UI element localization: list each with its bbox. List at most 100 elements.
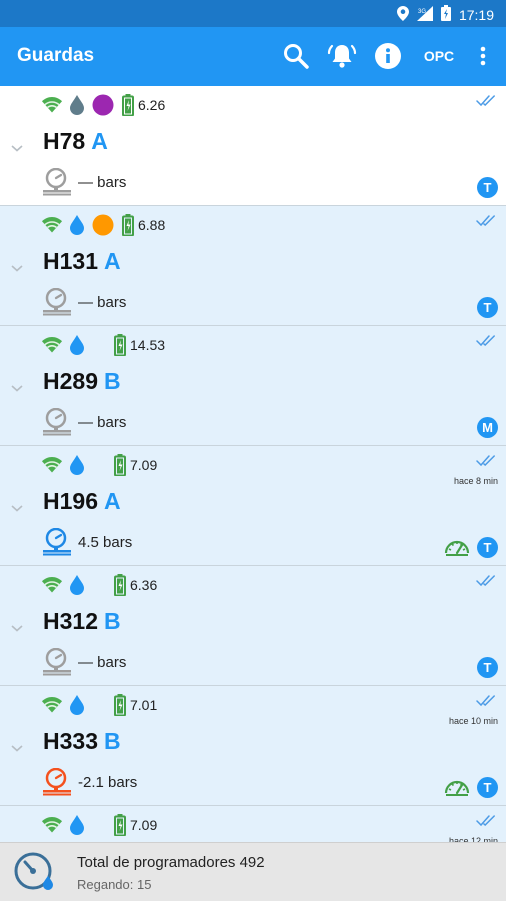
list-item[interactable]: 7.09 hace 12 min [0, 806, 506, 842]
status-row: 6.36 [42, 574, 157, 596]
pressure-reading: — bars [42, 168, 126, 196]
battery-voltage: 14.53 [130, 337, 166, 353]
list-item[interactable]: 14.53 H289 B — bars M [0, 326, 506, 446]
wifi-icon [42, 217, 62, 233]
double-check-icon [476, 815, 495, 827]
double-check-icon [476, 455, 495, 467]
opc-button[interactable]: OPC [421, 39, 457, 73]
battery-icon [114, 334, 126, 356]
water-drop-icon [70, 815, 84, 835]
search-icon [284, 44, 309, 69]
status-row: 6.88 [42, 214, 165, 236]
irrigation-gauge-icon [12, 851, 58, 898]
battery-voltage: 6.26 [138, 97, 166, 113]
chevron-down-icon[interactable] [10, 743, 24, 753]
controller-name: H78 A [43, 128, 108, 155]
page-title: Guardas [17, 45, 95, 66]
battery-icon [114, 814, 126, 836]
more-vert-icon [480, 46, 486, 66]
water-drop-icon [70, 215, 84, 235]
controller-name: H289 B [43, 368, 121, 395]
chevron-down-icon[interactable] [10, 263, 24, 273]
water-drop-icon [70, 575, 84, 595]
app-bar: Guardas OPC [0, 27, 506, 86]
pressure-sensor-icon [43, 408, 71, 436]
pressure-value: 4.5 bars [78, 533, 133, 551]
battery-voltage: 7.01 [130, 697, 158, 713]
controller-sector: A [91, 128, 108, 154]
wifi-icon [42, 577, 62, 593]
total-controllers: Total de programadores 492 [77, 854, 265, 871]
wifi-icon [42, 817, 62, 833]
mode-badge[interactable]: M [477, 417, 498, 438]
water-drop-icon [70, 695, 84, 715]
controller-list[interactable]: 6.26 H78 A — bars T 6.88 H131 A — bars T 14.53 H289… [0, 86, 506, 842]
pressure-reading: 4.5 bars [42, 528, 132, 556]
mode-badge[interactable]: T [477, 297, 498, 318]
controller-id: H289 [43, 368, 98, 394]
battery-voltage: 6.88 [138, 217, 166, 233]
irrigating-count: Regando: 15 [77, 877, 152, 892]
pressure-value: — bars [78, 653, 127, 671]
wifi-icon [42, 97, 62, 113]
pressure-value: — bars [78, 173, 127, 191]
water-drop-icon [70, 95, 84, 115]
pressure-reading: — bars [42, 648, 126, 676]
overflow-menu-button[interactable] [474, 39, 492, 73]
status-row: 7.09 [42, 454, 157, 476]
pressure-sensor-icon [43, 528, 71, 556]
pressure-reading: -2.1 bars [42, 768, 137, 796]
controller-id: H333 [43, 728, 98, 754]
list-item[interactable]: 6.26 H78 A — bars T [0, 86, 506, 206]
pressure-value: — bars [78, 293, 127, 311]
battery-icon [114, 454, 126, 476]
controller-id: H196 [43, 488, 98, 514]
pressure-reading: — bars [42, 408, 126, 436]
pressure-value: — bars [78, 413, 127, 431]
chevron-down-icon[interactable] [10, 143, 24, 153]
controller-name: H196 A [43, 488, 121, 515]
pressure-reading: — bars [42, 288, 126, 316]
pressure-sensor-icon [43, 768, 71, 796]
controller-name: H131 A [43, 248, 121, 275]
list-item[interactable]: 6.88 H131 A — bars T [0, 206, 506, 326]
flow-meter-icon [444, 780, 470, 796]
double-check-icon [476, 95, 495, 107]
status-bar: 3G 17:19 [0, 0, 506, 27]
water-drop-icon [70, 455, 84, 475]
controller-sector: A [103, 488, 121, 514]
double-check-icon [476, 215, 495, 227]
battery-voltage: 7.09 [130, 457, 158, 473]
controller-id: H131 [43, 248, 98, 274]
list-item[interactable]: 7.01 hace 10 min H333 B -2.1 bars T [0, 686, 506, 806]
status-dot-icon [92, 94, 114, 116]
search-button[interactable] [280, 39, 312, 73]
wifi-icon [42, 457, 62, 473]
double-check-icon [476, 575, 495, 587]
controller-id: H78 [43, 128, 86, 154]
mode-badge[interactable]: T [477, 777, 498, 798]
list-item[interactable]: 7.09 hace 8 min H196 A 4.5 bars T [0, 446, 506, 566]
clock: 17:19 [458, 6, 494, 23]
info-icon [375, 43, 401, 69]
mode-badge[interactable]: T [477, 177, 498, 198]
summary-footer: Total de programadores 492 Regando: 15 [0, 842, 506, 901]
mode-badge[interactable]: T [477, 537, 498, 558]
alarms-button[interactable] [325, 39, 359, 73]
bell-ringing-icon [327, 44, 357, 68]
info-button[interactable] [374, 39, 402, 73]
chevron-down-icon[interactable] [10, 503, 24, 513]
svg-text:3G: 3G [418, 9, 426, 15]
water-drop-icon [70, 335, 84, 355]
battery-status-icon [440, 5, 451, 24]
location-icon [396, 5, 409, 24]
list-item[interactable]: 6.36 H312 B — bars T [0, 566, 506, 686]
controller-sector: A [103, 248, 121, 274]
battery-icon [114, 694, 126, 716]
battery-icon [122, 214, 134, 236]
mode-badge[interactable]: T [477, 657, 498, 678]
chevron-down-icon[interactable] [10, 623, 24, 633]
controller-sector: B [103, 368, 121, 394]
chevron-down-icon[interactable] [10, 383, 24, 393]
status-row: 14.53 [42, 334, 165, 356]
